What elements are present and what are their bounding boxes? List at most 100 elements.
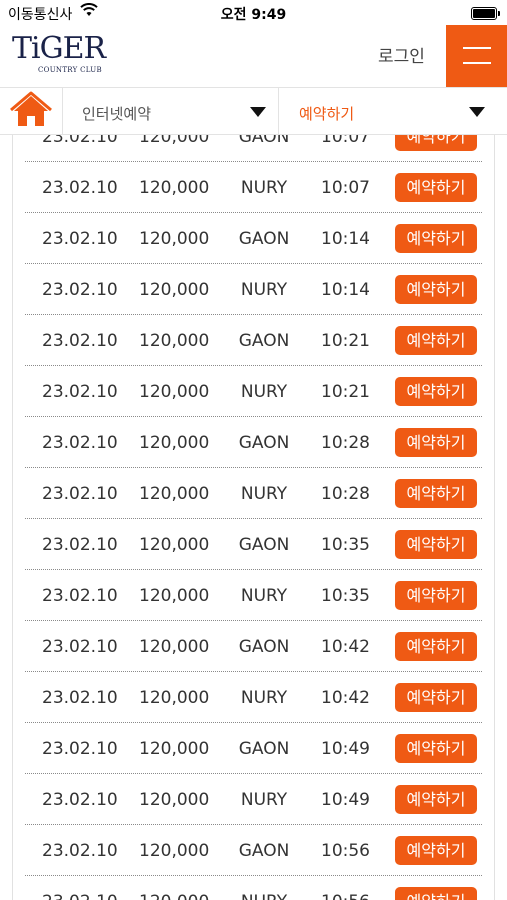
reservation-menu-select[interactable]: 예약하기	[279, 88, 507, 134]
book-button[interactable]: 예약하기	[395, 785, 477, 814]
time-cell: 10:14	[321, 229, 370, 249]
price-cell: 120,000	[139, 637, 210, 657]
price-cell: 120,000	[139, 135, 210, 147]
book-button[interactable]: 예약하기	[395, 275, 477, 304]
home-icon	[10, 91, 52, 126]
date-cell: 23.02.10	[42, 382, 118, 402]
chevron-down-icon	[469, 107, 485, 117]
book-button[interactable]: 예약하기	[395, 734, 477, 763]
chevron-down-icon	[250, 107, 266, 117]
home-button[interactable]	[0, 88, 63, 134]
book-button[interactable]: 예약하기	[395, 632, 477, 661]
table-row: 23.02.10 120,000 GAON 10:49 예약하기	[25, 723, 482, 774]
time-cell: 10:35	[321, 586, 370, 606]
logo-text: TiGER	[12, 31, 106, 66]
price-cell: 120,000	[139, 484, 210, 504]
time-cell: 10:56	[321, 841, 370, 861]
time-cell: 10:49	[321, 739, 370, 759]
time-cell: 10:21	[321, 382, 370, 402]
time-cell: 10:14	[321, 280, 370, 300]
book-button[interactable]: 예약하기	[395, 428, 477, 457]
date-cell: 23.02.10	[42, 178, 118, 198]
date-cell: 23.02.10	[42, 790, 118, 810]
table-row: 23.02.10 120,000 NURY 10:49 예약하기	[25, 774, 482, 825]
date-cell: 23.02.10	[42, 841, 118, 861]
time-cell: 10:21	[321, 331, 370, 351]
date-cell: 23.02.10	[42, 280, 118, 300]
time-cell: 10:07	[321, 178, 370, 198]
course-cell: NURY	[240, 280, 288, 300]
menu-bar-icon	[463, 47, 491, 49]
price-cell: 120,000	[139, 535, 210, 555]
table-row: 23.02.10 120,000 GAON 10:21 예약하기	[25, 315, 482, 366]
table-row: 23.02.10 120,000 NURY 10:07 예약하기	[25, 162, 482, 213]
course-cell: GAON	[238, 637, 290, 657]
date-cell: 23.02.10	[42, 433, 118, 453]
course-cell: GAON	[238, 135, 290, 147]
status-bar: 이동통신사 오전 9:49	[0, 0, 507, 25]
price-cell: 120,000	[139, 892, 209, 900]
hamburger-menu-button[interactable]	[446, 25, 507, 87]
book-button[interactable]: 예약하기	[395, 224, 477, 253]
course-cell: GAON	[238, 229, 290, 249]
time-cell: 10:42	[321, 637, 370, 657]
login-link[interactable]: 로그인	[378, 42, 425, 67]
course-cell: NURY	[240, 688, 288, 708]
course-cell: GAON	[238, 739, 290, 759]
time-cell: 10:28	[321, 484, 370, 504]
course-cell: NURY	[240, 586, 288, 606]
course-cell: NURY	[240, 484, 288, 504]
table-row: 23.02.10 120,000 NURY 10:14 예약하기	[25, 264, 482, 315]
date-cell: 23.02.10	[42, 331, 118, 351]
price-cell: 120,000	[139, 331, 210, 351]
date-cell: 23.02.10	[42, 892, 118, 900]
time-cell: 10:07	[321, 135, 370, 147]
menu-bar-icon	[463, 62, 491, 64]
time-cell: 10:49	[321, 790, 370, 810]
header: TiGER COUNTRY CLUB 로그인	[0, 25, 507, 87]
table-row: 23.02.10 120,000 GAON 10:42 예약하기	[25, 621, 482, 672]
book-button[interactable]: 예약하기	[395, 135, 477, 151]
price-cell: 120,000	[139, 841, 210, 861]
date-cell: 23.02.10	[42, 688, 118, 708]
course-cell: NURY	[240, 790, 288, 810]
book-button[interactable]: 예약하기	[395, 683, 477, 712]
battery-icon	[471, 7, 500, 20]
reservation-menu-value: 예약하기	[299, 105, 355, 123]
course-cell: NURY	[240, 178, 288, 198]
price-cell: 120,000	[139, 739, 210, 759]
table-row: 23.02.10 120,000 GAON 10:28 예약하기	[25, 417, 482, 468]
price-cell: 120,000	[139, 178, 210, 198]
price-cell: 120,000	[139, 586, 210, 606]
time-cell: 10:56	[321, 892, 370, 900]
time-cell: 10:28	[321, 433, 370, 453]
book-button[interactable]: 예약하기	[395, 887, 477, 900]
table-row: 23.02.10 120,000 NURY 10:56 예약하기	[25, 876, 482, 900]
book-button[interactable]: 예약하기	[395, 173, 477, 202]
book-button[interactable]: 예약하기	[395, 836, 477, 865]
price-cell: 120,000	[139, 280, 210, 300]
price-cell: 120,000	[139, 688, 210, 708]
course-cell: NURY	[219, 892, 309, 900]
tee-time-table: 23.02.10 120,000 GAON 10:07 예약하기 23.02.10 120,…	[12, 135, 495, 900]
table-row: 23.02.10 120,000 NURY 10:28 예약하기	[25, 468, 482, 519]
book-button[interactable]: 예약하기	[395, 581, 477, 610]
table-row: 23.02.10 120,000 NURY 10:35 예약하기	[25, 570, 482, 621]
book-button[interactable]: 예약하기	[395, 326, 477, 355]
course-cell: GAON	[238, 535, 290, 555]
table-row: 23.02.10 120,000 GAON 10:07 예약하기	[25, 135, 482, 162]
date-cell: 23.02.10	[42, 739, 118, 759]
book-button[interactable]: 예약하기	[395, 377, 477, 406]
logo-subtext: COUNTRY CLUB	[38, 66, 102, 74]
reservation-type-value: 인터넷예약	[82, 105, 152, 123]
book-button[interactable]: 예약하기	[395, 530, 477, 559]
table-row: 23.02.10 120,000 GAON 10:14 예약하기	[25, 213, 482, 264]
date-cell: 23.02.10	[42, 637, 118, 657]
time-cell: 10:42	[321, 688, 370, 708]
tee-time-rows: 23.02.10 120,000 GAON 10:07 예약하기 23.02.10 120,…	[13, 135, 494, 900]
price-cell: 120,000	[139, 790, 210, 810]
reservation-type-select[interactable]: 인터넷예약	[62, 88, 279, 134]
book-button[interactable]: 예약하기	[395, 479, 477, 508]
tiger-cc-logo[interactable]: TiGER COUNTRY CLUB	[12, 33, 122, 81]
nav-bar: 인터넷예약 예약하기	[0, 87, 507, 135]
